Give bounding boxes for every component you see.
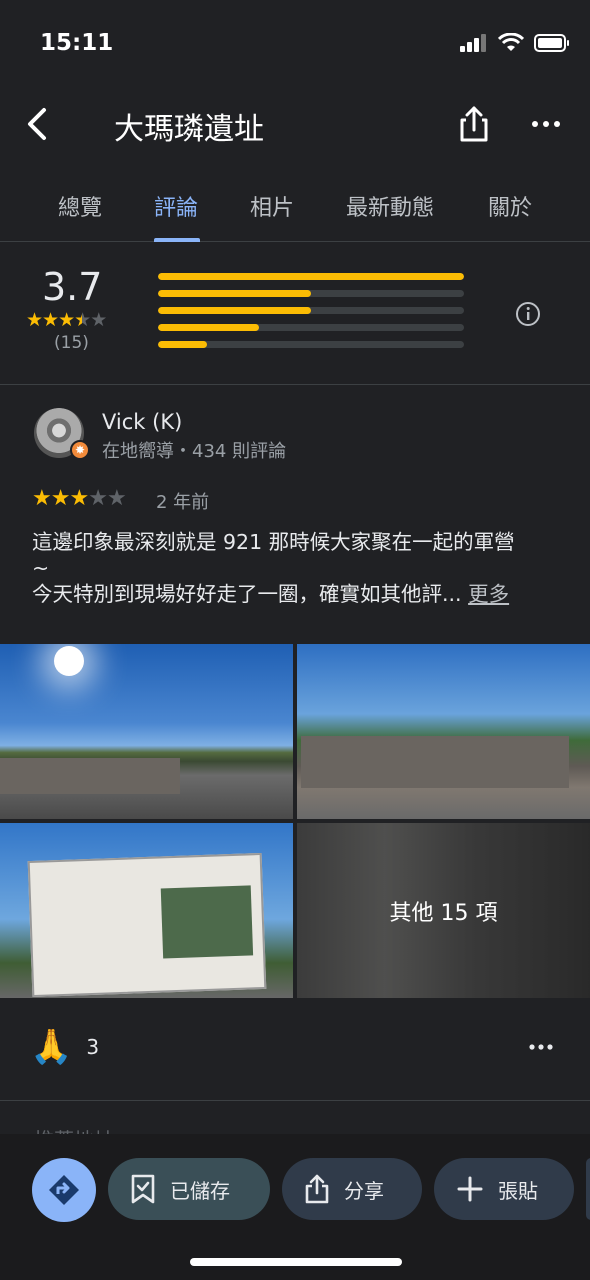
review-count: (15) <box>54 333 89 353</box>
bookmark-check-icon <box>131 1174 155 1204</box>
review-photo[interactable] <box>0 644 293 819</box>
reviewer-name[interactable]: Vick (K) <box>102 410 182 434</box>
review-photo[interactable] <box>0 823 293 998</box>
share-action-button[interactable]: 分享 <box>282 1158 422 1220</box>
directions-icon <box>49 1175 79 1205</box>
tab-bar: 總覽 評論 相片 最新動態 關於 <box>0 168 590 242</box>
section-divider <box>0 1100 590 1101</box>
bottom-action-bar: 已儲存 分享 張貼 <box>0 1134 590 1280</box>
rating-bar-fill <box>158 341 207 348</box>
more-horizontal-icon <box>532 121 560 127</box>
average-rating: 3.7 <box>42 265 103 309</box>
place-header: 大瑪璘遺址 <box>0 88 590 168</box>
tab-photos[interactable]: 相片 <box>250 190 294 222</box>
review-text-line-body: 今天特別到現場好好走了一圈，確實如其他評... <box>32 582 462 606</box>
star-icon: ★ <box>32 486 52 511</box>
post-button[interactable]: 張貼 <box>434 1158 574 1220</box>
rating-bar-fill <box>158 324 259 331</box>
chevron-left-icon <box>28 108 46 140</box>
more-photos-overlay: 其他 15 項 <box>297 823 590 998</box>
tab-reviews[interactable]: 評論 <box>154 190 198 222</box>
saved-button[interactable]: 已儲存 <box>108 1158 270 1220</box>
rating-bar-2 <box>158 324 464 331</box>
status-icons <box>460 33 570 53</box>
photo-wall <box>0 758 180 794</box>
read-more-link[interactable]: 更多 <box>468 582 509 606</box>
back-button[interactable] <box>18 102 58 146</box>
more-photos-label: 其他 15 項 <box>389 900 498 926</box>
share-label: 分享 <box>344 1178 384 1203</box>
rating-bar-fill <box>158 273 464 280</box>
photo-sign-board <box>27 852 267 998</box>
rating-bar-5 <box>158 273 464 280</box>
photo-wall <box>301 736 569 788</box>
star-icon: ★ <box>50 486 71 511</box>
page-title: 大瑪璘遺址 <box>114 112 264 147</box>
rating-distribution <box>158 273 464 358</box>
star-icon: ★ <box>26 309 43 331</box>
review-more-button[interactable] <box>528 1034 554 1060</box>
star-empty-icon: ★ <box>88 486 108 511</box>
post-label: 張貼 <box>498 1178 538 1203</box>
star-empty-icon: ★ <box>90 309 107 331</box>
status-bar: 15:11 <box>0 0 590 88</box>
wifi-icon <box>498 33 524 51</box>
review-text-line: 這邊印象最深刻就是 921 那時候大家聚在一起的軍營 <box>32 530 515 554</box>
star-icon: ★ <box>58 309 75 331</box>
rating-summary: 3.7 ★★★★★ (15) <box>0 243 590 385</box>
photo-sign-map <box>160 885 254 959</box>
review-text-line: 今天特別到現場好好走了一圈，確實如其他評... 更多 <box>32 581 562 607</box>
directions-button[interactable] <box>32 1158 96 1222</box>
more-photos-tile[interactable]: 其他 15 項 <box>297 823 590 998</box>
tab-about[interactable]: 關於 <box>488 190 532 222</box>
star-icon: ★ <box>42 309 59 331</box>
share-button[interactable] <box>454 102 494 146</box>
review-date: 2 年前 <box>156 492 210 513</box>
share-icon <box>460 106 488 142</box>
share-icon <box>305 1174 329 1204</box>
star-empty-icon: ★ <box>106 486 127 511</box>
plus-icon <box>457 1176 483 1202</box>
info-icon <box>516 302 540 326</box>
status-time: 15:11 <box>40 30 114 56</box>
reaction-row[interactable]: 🙏 3 <box>30 1030 99 1064</box>
local-guide-badge-icon: ✸ <box>70 440 90 460</box>
review-stars: ★★★★★ <box>32 486 127 511</box>
rating-bar-fill <box>158 307 311 314</box>
overflow-action-button[interactable] <box>586 1158 590 1220</box>
reviewer-meta: 在地嚮導・434 則評論 <box>102 441 287 462</box>
reaction-count: 3 <box>86 1035 100 1059</box>
sun-glare <box>54 646 84 676</box>
tab-updates[interactable]: 最新動態 <box>346 190 434 222</box>
average-stars: ★★★★★ <box>26 309 107 331</box>
active-tab-indicator <box>154 238 200 242</box>
review-text: 這邊印象最深刻就是 921 那時候大家聚在一起的軍營 ~ 今天特別到現場好好走了… <box>32 529 562 607</box>
home-indicator <box>190 1258 402 1266</box>
rating-bar-4 <box>158 290 464 297</box>
pray-icon: 🙏 <box>30 1027 73 1067</box>
rating-bar-1 <box>158 341 464 348</box>
rating-bar-3 <box>158 307 464 314</box>
info-button[interactable] <box>515 301 541 327</box>
more-options-button[interactable] <box>526 102 566 146</box>
review-photo[interactable] <box>297 644 590 819</box>
cellular-signal-icon <box>460 34 486 52</box>
saved-label: 已儲存 <box>170 1178 230 1203</box>
star-icon: ★ <box>69 486 89 511</box>
more-horizontal-icon <box>529 1044 553 1050</box>
star-half-icon: ★ <box>74 309 91 331</box>
review-text-line: ~ <box>32 556 50 580</box>
battery-icon <box>534 34 569 52</box>
review-photos: 其他 15 項 <box>0 644 590 998</box>
rating-bar-fill <box>158 290 311 297</box>
tab-overview[interactable]: 總覽 <box>58 190 102 222</box>
